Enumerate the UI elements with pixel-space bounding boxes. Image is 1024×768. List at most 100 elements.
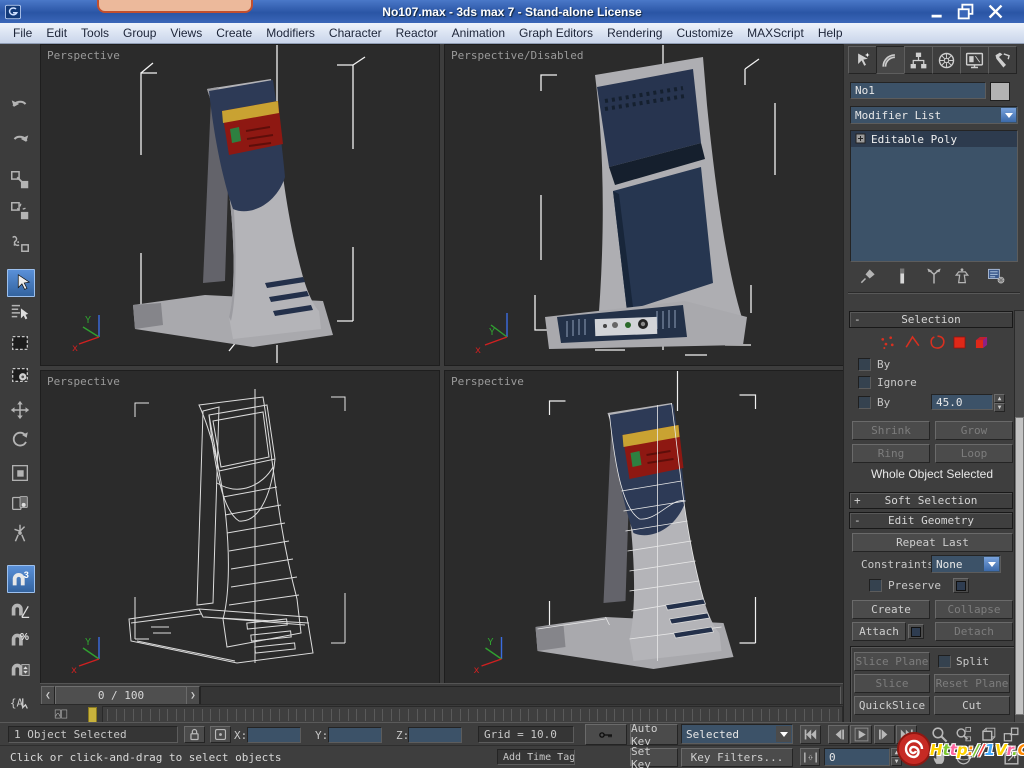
collapse-button[interactable]: Collapse: [935, 600, 1013, 619]
menu-item-create[interactable]: Create: [209, 24, 259, 42]
select-and-link-button[interactable]: [7, 167, 33, 193]
select-and-move-button[interactable]: [7, 397, 33, 423]
undo-button[interactable]: [7, 92, 33, 118]
by-angle-checkbox-row[interactable]: By: [858, 396, 890, 409]
set-keys-button[interactable]: [585, 724, 627, 745]
collapse-icon[interactable]: -: [854, 514, 866, 527]
viewport-label[interactable]: Perspective: [47, 49, 120, 62]
collapse-icon[interactable]: -: [854, 313, 866, 326]
reset-plane-button[interactable]: Reset Plane: [934, 674, 1010, 693]
menu-item-animation[interactable]: Animation: [445, 24, 512, 42]
viewport-top-left[interactable]: Perspective: [40, 44, 440, 366]
use-pivot-point-center-button[interactable]: [7, 490, 33, 516]
restore-button[interactable]: [955, 3, 977, 20]
time-slider[interactable]: 0 / 100: [55, 686, 187, 705]
menu-item-help[interactable]: Help: [811, 24, 850, 42]
time-slider-track[interactable]: [200, 686, 841, 705]
slice-plane-button[interactable]: Slice Plane: [854, 652, 930, 671]
set-key-button[interactable]: Set Key: [630, 748, 678, 767]
key-filter-dropdown[interactable]: Selected: [681, 724, 793, 744]
attach-list-button[interactable]: [908, 624, 924, 639]
unlink-selection-button[interactable]: [7, 198, 33, 224]
ignore-backfacing-checkbox-row[interactable]: Ignore: [858, 376, 917, 389]
object-color-swatch[interactable]: [990, 82, 1010, 101]
angle-spinner[interactable]: ▲▼: [994, 394, 1005, 410]
shrink-button[interactable]: Shrink: [852, 421, 930, 440]
split-checkbox-row[interactable]: Split: [938, 655, 989, 668]
chevron-down-icon[interactable]: [1001, 108, 1016, 122]
menu-item-file[interactable]: File: [6, 24, 39, 42]
object-name-field[interactable]: No1: [850, 82, 986, 99]
menu-item-rendering[interactable]: Rendering: [600, 24, 669, 42]
redo-button[interactable]: [7, 127, 33, 153]
repeat-last-button[interactable]: Repeat Last: [852, 533, 1013, 552]
y-coordinate-field[interactable]: [328, 727, 382, 743]
tab-display[interactable]: [960, 46, 989, 74]
key-filters-button[interactable]: Key Filters...: [681, 748, 793, 767]
preserve-uvs-checkbox[interactable]: [869, 579, 882, 592]
absolute-mode-toggle[interactable]: [210, 726, 231, 743]
select-and-rotate-button[interactable]: [7, 427, 33, 453]
constraints-dropdown[interactable]: None: [931, 555, 1001, 573]
remove-modifier-button[interactable]: [950, 266, 974, 286]
tab-modify[interactable]: [876, 46, 905, 74]
window-crossing-toggle-button[interactable]: [7, 362, 33, 388]
command-panel-scrollbar[interactable]: [1014, 310, 1024, 724]
current-frame-marker[interactable]: [88, 707, 97, 723]
subobject-polygon-button[interactable]: [950, 333, 970, 353]
select-object-button[interactable]: [7, 269, 35, 297]
spinner-snap-toggle-button[interactable]: [7, 657, 33, 683]
select-by-name-button[interactable]: [7, 299, 33, 325]
menu-item-views[interactable]: Views: [163, 24, 209, 42]
rollout-edit-geometry-header[interactable]: - Edit Geometry: [849, 512, 1013, 529]
stack-item-editable-poly[interactable]: Editable Poly: [851, 131, 1017, 147]
make-unique-button[interactable]: [922, 266, 946, 286]
auto-key-button[interactable]: Auto Key: [630, 724, 678, 745]
time-next-button[interactable]: ❯: [186, 686, 200, 705]
ignore-backfacing-checkbox[interactable]: [858, 376, 871, 389]
modifier-stack[interactable]: Editable Poly: [850, 130, 1018, 262]
by-vertex-checkbox-row[interactable]: By: [858, 358, 890, 371]
menu-item-customize[interactable]: Customize: [669, 24, 740, 42]
viewport-bottom-right[interactable]: Perspective: [444, 370, 845, 685]
scrollbar-thumb[interactable]: [1015, 417, 1024, 715]
subobject-vertex-button[interactable]: [878, 333, 898, 353]
configure-modifier-sets-button[interactable]: [984, 266, 1008, 286]
menu-item-graph-editors[interactable]: Graph Editors: [512, 24, 600, 42]
tab-create[interactable]: [848, 46, 877, 74]
menu-item-edit[interactable]: Edit: [39, 24, 74, 42]
track-bar[interactable]: [40, 704, 843, 723]
create-button[interactable]: Create: [852, 600, 930, 619]
pin-stack-button[interactable]: [856, 266, 880, 286]
by-angle-checkbox[interactable]: [858, 396, 871, 409]
menu-item-tools[interactable]: Tools: [74, 24, 116, 42]
modifier-list-dropdown[interactable]: Modifier List: [850, 106, 1018, 124]
current-frame-field[interactable]: 0: [824, 748, 890, 766]
show-end-result-button[interactable]: [890, 266, 914, 286]
select-and-scale-button[interactable]: [7, 460, 33, 486]
key-mode-toggle[interactable]: [800, 748, 820, 766]
play-button[interactable]: [850, 725, 872, 744]
expand-plus-icon[interactable]: [855, 133, 867, 145]
viewport-bottom-left[interactable]: Perspective: [40, 370, 440, 685]
rectangular-selection-region-button[interactable]: [7, 330, 33, 356]
by-vertex-checkbox[interactable]: [858, 358, 871, 371]
split-checkbox[interactable]: [938, 655, 951, 668]
next-frame-button[interactable]: [874, 725, 895, 744]
menu-item-modifiers[interactable]: Modifiers: [259, 24, 322, 42]
ring-button[interactable]: Ring: [852, 444, 930, 463]
cut-button[interactable]: Cut: [934, 696, 1010, 715]
open-mini-curve-editor-button[interactable]: [44, 707, 78, 721]
minimize-button[interactable]: [927, 3, 949, 20]
grow-button[interactable]: Grow: [935, 421, 1013, 440]
quickslice-button[interactable]: QuickSlice: [854, 696, 930, 715]
chevron-down-icon[interactable]: [984, 557, 999, 571]
preserve-uvs-settings-button[interactable]: [953, 578, 969, 593]
detach-button[interactable]: Detach: [935, 622, 1013, 641]
percent-snap-toggle-button[interactable]: %: [7, 627, 33, 653]
time-prev-button[interactable]: ❮: [41, 686, 55, 705]
close-button[interactable]: [985, 3, 1007, 20]
loop-button[interactable]: Loop: [935, 444, 1013, 463]
menu-item-maxscript[interactable]: MAXScript: [740, 24, 811, 42]
x-coordinate-field[interactable]: [247, 727, 301, 743]
